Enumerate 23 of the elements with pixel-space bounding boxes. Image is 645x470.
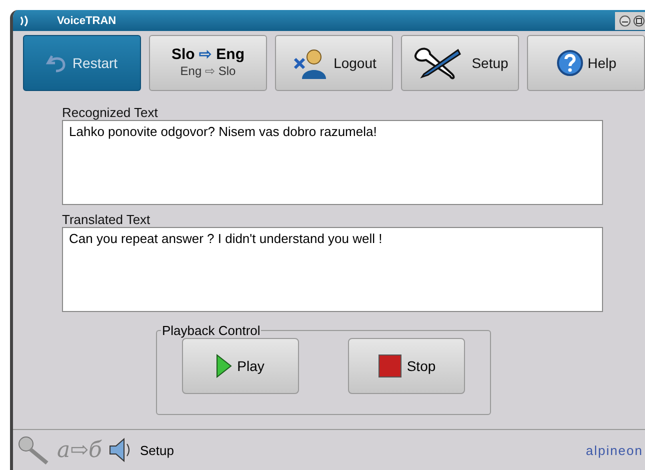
brand-logo: alpineon [586, 442, 643, 458]
help-button[interactable]: Help [527, 35, 645, 91]
minimize-icon[interactable] [619, 15, 631, 27]
stop-icon [378, 354, 402, 378]
language-direction: Slo ⇨ Eng [171, 47, 245, 63]
play-icon [216, 354, 232, 378]
group-legend: Playback Control [161, 323, 262, 338]
restart-button[interactable]: Restart [23, 35, 141, 91]
setup-button[interactable]: Setup [401, 35, 519, 91]
maximize-icon[interactable] [633, 15, 645, 27]
language-direction-button[interactable]: Slo ⇨ Eng Eng ⇨ Slo [149, 35, 267, 91]
setup-label[interactable]: Setup [140, 442, 174, 458]
play-button[interactable]: Play [182, 338, 299, 394]
translated-text-field[interactable]: Can you repeat answer ? I didn't understand you well ! [62, 227, 603, 312]
window-title: VoiceTRAN [57, 14, 116, 26]
field-label: Translated Text [62, 212, 152, 227]
recognized-text-field[interactable]: Lahko ponovite odgovor? Nisem vas dobro razumela! [62, 120, 603, 205]
sound-waves-icon [19, 14, 29, 26]
help-icon [556, 49, 584, 77]
stop-button[interactable]: Stop [348, 338, 466, 394]
language-direction: Eng ⇨ Slo [180, 63, 236, 79]
logout-button[interactable]: Logout [275, 35, 393, 91]
field-label: Recognized Text [62, 105, 159, 120]
